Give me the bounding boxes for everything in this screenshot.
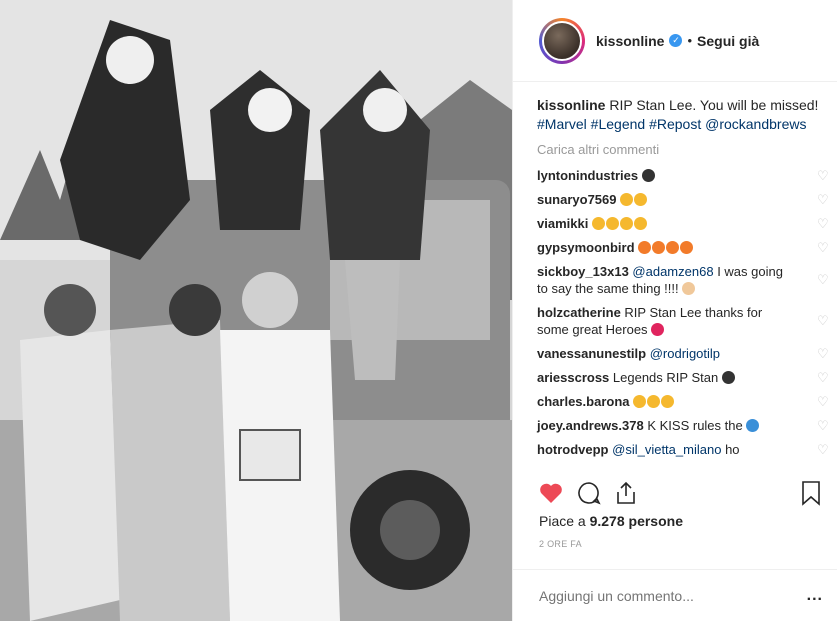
comment-row: gypsymoonbird ♡ [537, 239, 829, 256]
emoji-icon [591, 217, 605, 230]
comment-text: viamikki [537, 215, 797, 232]
emoji-icon [638, 241, 652, 254]
comment-username[interactable]: ariesscross [537, 370, 609, 385]
load-more-comments[interactable]: Carica altri commenti [537, 142, 837, 157]
likes-prefix: Piace a [539, 513, 586, 529]
post-header: kissonline ✓ • Segui già [513, 0, 837, 82]
comment-username[interactable]: sunaryo7569 [537, 192, 617, 207]
comment-like-heart-icon[interactable]: ♡ [817, 193, 829, 206]
comment-row: hotrodvepp @sil_vietta_milano ho ♡ [537, 441, 829, 458]
emoji-icon [633, 217, 647, 230]
comment-text: hotrodvepp @sil_vietta_milano ho [537, 441, 797, 458]
post-timestamp: 2 ORE FA [539, 539, 582, 549]
emoji-icon [746, 419, 760, 432]
comment-username[interactable]: gypsymoonbird [537, 240, 635, 255]
comment-icon[interactable] [577, 481, 601, 505]
comment-row: ariesscross Legends RIP Stan ♡ [537, 369, 829, 386]
comment-text: sickboy_13x13 @adamzen68 I was going to … [537, 263, 797, 297]
comment-text: ariesscross Legends RIP Stan [537, 369, 797, 386]
avatar[interactable] [539, 17, 585, 64]
comment-username[interactable]: viamikki [537, 216, 588, 231]
caption-tags[interactable]: #Marvel #Legend #Repost @rockandbrews [537, 116, 806, 132]
comments-section: kissonline RIP Stan Lee. You will be mis… [513, 82, 837, 473]
comment-username[interactable]: sickboy_13x13 [537, 264, 629, 279]
comment-text: vanessanunestilp @rodrigotilp [537, 345, 797, 362]
comment-like-heart-icon[interactable]: ♡ [817, 241, 829, 254]
comment-body: Legends RIP Stan [612, 370, 719, 385]
comment-list: lyntonindustries ♡ sunaryo7569 ♡ viamikki … [537, 167, 837, 458]
emoji-icon [620, 193, 634, 206]
more-options-button[interactable]: ... [807, 587, 823, 605]
comment-mention[interactable]: @rodrigotilp [650, 346, 720, 361]
emoji-icon [647, 395, 661, 408]
emoji-icon [641, 169, 655, 182]
comment-input[interactable] [539, 587, 799, 604]
emoji-icon [661, 395, 675, 408]
comment-text: charles.barona [537, 393, 797, 410]
add-comment-bar: ... [513, 569, 837, 621]
post-panel: kissonline ✓ • Segui già kissonline RIP … [512, 0, 837, 621]
emoji-icon [651, 323, 665, 336]
comment-like-heart-icon[interactable]: ♡ [817, 419, 829, 432]
like-heart-icon[interactable] [539, 482, 563, 504]
emoji-icon [634, 193, 648, 206]
post-photo[interactable] [0, 0, 512, 621]
comment-row: holzcatherine RIP Stan Lee thanks for so… [537, 304, 829, 338]
comment-mention[interactable]: @sil_vietta_milano [612, 442, 721, 457]
emoji-icon [666, 241, 680, 254]
emoji-icon [680, 241, 694, 254]
share-icon[interactable] [615, 481, 637, 505]
comment-username[interactable]: joey.andrews.378 [537, 418, 644, 433]
comment-like-heart-icon[interactable]: ♡ [817, 443, 829, 456]
comment-like-heart-icon[interactable]: ♡ [817, 314, 829, 327]
caption-text: RIP Stan Lee. You will be missed! [609, 97, 819, 113]
comment-username[interactable]: lyntonindustries [537, 168, 638, 183]
comment-text: gypsymoonbird [537, 239, 797, 256]
comment-row: lyntonindustries ♡ [537, 167, 829, 184]
comment-text: joey.andrews.378 K KISS rules the [537, 417, 797, 434]
emoji-icon [721, 371, 735, 384]
follow-button[interactable]: Segui già [697, 33, 759, 49]
comment-like-heart-icon[interactable]: ♡ [817, 371, 829, 384]
comment-row: vanessanunestilp @rodrigotilp ♡ [537, 345, 829, 362]
header-username[interactable]: kissonline [596, 33, 664, 49]
verified-badge-icon: ✓ [669, 34, 683, 47]
comment-row: sickboy_13x13 @adamzen68 I was going to … [537, 263, 829, 297]
comment-username[interactable]: vanessanunestilp [537, 346, 646, 361]
comment-like-heart-icon[interactable]: ♡ [817, 217, 829, 230]
comment-row: charles.barona ♡ [537, 393, 829, 410]
comment-mention[interactable]: @adamzen68 [632, 264, 713, 279]
action-bar [513, 473, 837, 513]
comment-username[interactable]: hotrodvepp [537, 442, 609, 457]
comment-text: sunaryo7569 [537, 191, 797, 208]
emoji-icon [619, 217, 633, 230]
header-separator: • [687, 33, 693, 48]
avatar-image [542, 20, 582, 61]
bookmark-icon[interactable] [801, 480, 821, 506]
comment-row: joey.andrews.378 K KISS rules the ♡ [537, 417, 829, 434]
comment-text: holzcatherine RIP Stan Lee thanks for so… [537, 304, 797, 338]
comment-row: viamikki ♡ [537, 215, 829, 232]
comment-username[interactable]: charles.barona [537, 394, 630, 409]
likes-number: 9.278 persone [589, 513, 683, 529]
emoji-icon [633, 395, 647, 408]
emoji-icon [652, 241, 666, 254]
comment-like-heart-icon[interactable]: ♡ [817, 273, 829, 286]
emoji-icon [605, 217, 619, 230]
emoji-icon [682, 282, 696, 295]
comment-like-heart-icon[interactable]: ♡ [817, 395, 829, 408]
comment-text: lyntonindustries [537, 167, 797, 184]
comment-body: K KISS rules the [647, 418, 743, 433]
post-caption: kissonline RIP Stan Lee. You will be mis… [537, 96, 827, 134]
instagram-post: kissonline ✓ • Segui già kissonline RIP … [0, 0, 837, 621]
post-image [0, 0, 512, 621]
caption-username[interactable]: kissonline [537, 97, 605, 113]
comment-body: ho [725, 442, 740, 457]
comment-like-heart-icon[interactable]: ♡ [817, 169, 829, 182]
likes-count[interactable]: Piace a 9.278 persone [513, 513, 837, 529]
comment-row: sunaryo7569 ♡ [537, 191, 829, 208]
comment-like-heart-icon[interactable]: ♡ [817, 347, 829, 360]
comment-username[interactable]: holzcatherine [537, 305, 621, 320]
